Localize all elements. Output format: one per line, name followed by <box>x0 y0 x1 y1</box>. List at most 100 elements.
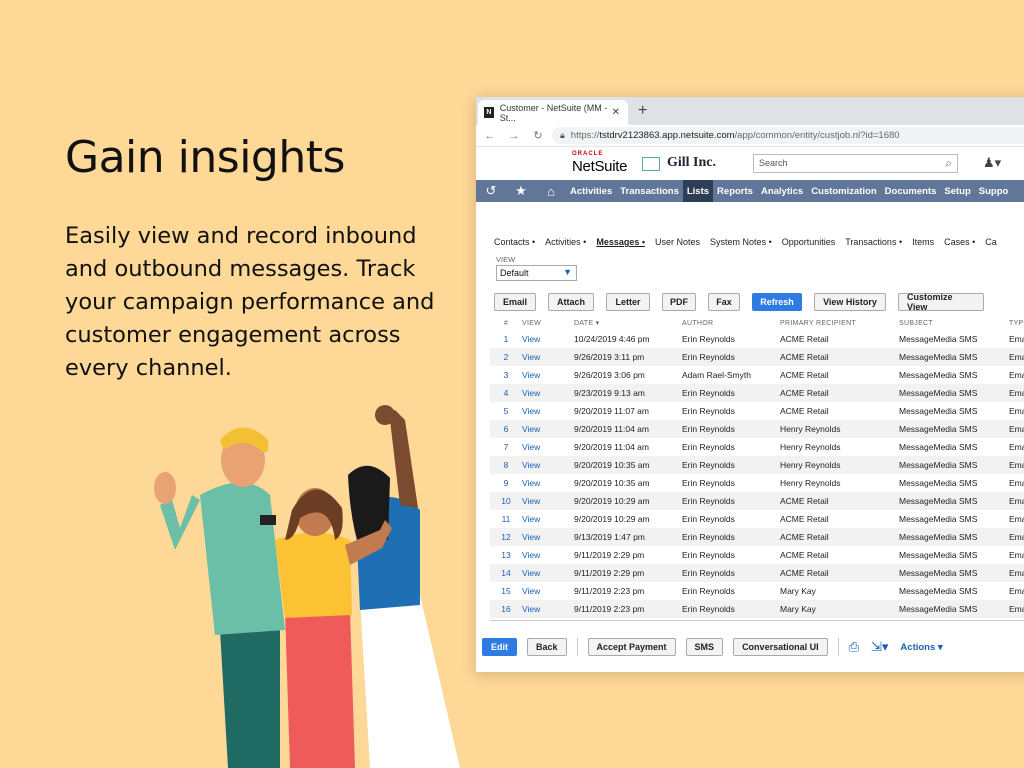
view-history-button[interactable]: View History <box>814 293 886 311</box>
table-row[interactable]: 4 View 9/23/2019 9:13 am Erin Reynolds ACME … <box>490 384 1024 402</box>
refresh-button[interactable]: Refresh <box>752 293 802 311</box>
customize-view-button[interactable]: Customize View <box>898 292 984 312</box>
row-number[interactable]: 6 <box>490 420 522 438</box>
row-number[interactable]: 4 <box>490 384 522 402</box>
email-button[interactable]: Email <box>494 293 536 311</box>
subtab-system-notes[interactable]: System Notes • <box>710 237 772 247</box>
export-icon[interactable]: ⇲▾ <box>871 639 888 655</box>
subtab-activities[interactable]: Activities • <box>545 237 586 247</box>
table-row[interactable]: 9 View 9/20/2019 10:35 am Erin Reynolds Henr… <box>490 474 1024 492</box>
row-number[interactable]: 14 <box>490 564 522 582</box>
row-number[interactable]: 7 <box>490 438 522 456</box>
row-view-link[interactable]: View <box>522 564 574 582</box>
url-input[interactable]: 🔒︎ https:// tstdrv2123863.app.netsuite.c… <box>552 127 1024 144</box>
row-view-link[interactable]: View <box>522 384 574 402</box>
browser-tab[interactable]: N Customer - NetSuite (MM - St... ✕ <box>478 100 628 125</box>
back-arrow-icon[interactable]: ← <box>480 130 500 142</box>
col-header-number[interactable]: # <box>490 316 522 330</box>
table-row[interactable]: 16 View 9/11/2019 2:23 pm Erin Reynolds Mary… <box>490 600 1024 618</box>
recent-records-icon[interactable]: ↺ <box>476 183 506 199</box>
subtab-more[interactable]: Ca <box>985 237 997 247</box>
row-number[interactable]: 13 <box>490 546 522 564</box>
back-button[interactable]: Back <box>527 638 567 656</box>
row-number[interactable]: 1 <box>490 330 522 348</box>
reload-icon[interactable]: ↻ <box>528 129 548 142</box>
table-row[interactable]: 12 View 9/13/2019 1:47 pm Erin Reynolds ACME… <box>490 528 1024 546</box>
conversational-ui-button[interactable]: Conversational UI <box>733 638 828 656</box>
menu-documents[interactable]: Documents <box>881 180 941 202</box>
menu-reports[interactable]: Reports <box>713 180 757 202</box>
letter-button[interactable]: Letter <box>606 293 650 311</box>
table-row[interactable]: 13 View 9/11/2019 2:29 pm Erin Reynolds ACME… <box>490 546 1024 564</box>
home-icon[interactable]: ⌂ <box>536 184 566 199</box>
menu-transactions[interactable]: Transactions <box>616 180 683 202</box>
table-row[interactable]: 1 View 10/24/2019 4:46 pm Erin Reynolds ACME… <box>490 330 1024 348</box>
row-number[interactable]: 11 <box>490 510 522 528</box>
row-view-link[interactable]: View <box>522 366 574 384</box>
row-view-link[interactable]: View <box>522 474 574 492</box>
attach-button[interactable]: Attach <box>548 293 594 311</box>
close-tab-icon[interactable]: ✕ <box>612 107 620 118</box>
subtab-contacts[interactable]: Contacts • <box>494 237 535 247</box>
col-header-author[interactable]: AUTHOR <box>682 316 780 330</box>
table-row[interactable]: 7 View 9/20/2019 11:04 am Erin Reynolds Henr… <box>490 438 1024 456</box>
subtab-cases[interactable]: Cases • <box>944 237 975 247</box>
row-view-link[interactable]: View <box>522 510 574 528</box>
row-number[interactable]: 3 <box>490 366 522 384</box>
col-header-type[interactable]: TYP <box>1009 316 1024 330</box>
forward-arrow-icon[interactable]: → <box>504 130 524 142</box>
table-row[interactable]: 11 View 9/20/2019 10:29 am Erin Reynolds ACM… <box>490 510 1024 528</box>
row-view-link[interactable]: View <box>522 600 574 618</box>
row-view-link[interactable]: View <box>522 420 574 438</box>
fax-button[interactable]: Fax <box>708 293 740 311</box>
sms-button[interactable]: SMS <box>685 638 724 656</box>
row-number[interactable]: 12 <box>490 528 522 546</box>
table-row[interactable]: 8 View 9/20/2019 10:35 am Erin Reynolds Henr… <box>490 456 1024 474</box>
row-view-link[interactable]: View <box>522 438 574 456</box>
edit-button[interactable]: Edit <box>482 638 517 656</box>
subtab-transactions[interactable]: Transactions • <box>845 237 902 247</box>
accept-payment-button[interactable]: Accept Payment <box>587 638 676 656</box>
subtab-user-notes[interactable]: User Notes <box>655 237 700 247</box>
table-row[interactable]: 3 View 9/26/2019 3:06 pm Adam Rael-Smyth ACM… <box>490 366 1024 384</box>
menu-support[interactable]: Suppo <box>975 180 1013 202</box>
row-number[interactable]: 9 <box>490 474 522 492</box>
table-row[interactable]: 14 View 9/11/2019 2:29 pm Erin Reynolds ACME… <box>490 564 1024 582</box>
row-number[interactable]: 8 <box>490 456 522 474</box>
row-view-link[interactable]: View <box>522 546 574 564</box>
menu-lists[interactable]: Lists <box>682 180 714 202</box>
col-header-primary-recipient[interactable]: PRIMARY RECIPIENT <box>780 316 899 330</box>
row-number[interactable]: 10 <box>490 492 522 510</box>
table-row[interactable]: 2 View 9/26/2019 3:11 pm Erin Reynolds ACME … <box>490 348 1024 366</box>
subtab-opportunities[interactable]: Opportunities <box>782 237 836 247</box>
row-view-link[interactable]: View <box>522 528 574 546</box>
user-menu-icon[interactable]: ♟▾ <box>983 155 1001 171</box>
menu-activities[interactable]: Activities <box>566 180 616 202</box>
row-number[interactable]: 2 <box>490 348 522 366</box>
menu-setup[interactable]: Setup <box>940 180 974 202</box>
table-row[interactable]: 6 View 9/20/2019 11:04 am Erin Reynolds Henr… <box>490 420 1024 438</box>
row-view-link[interactable]: View <box>522 348 574 366</box>
shortcuts-star-icon[interactable]: ★ <box>506 183 536 199</box>
subtab-messages[interactable]: Messages • <box>596 237 645 247</box>
subtab-items[interactable]: Items <box>912 237 934 247</box>
row-view-link[interactable]: View <box>522 456 574 474</box>
pdf-button[interactable]: PDF <box>662 293 696 311</box>
actions-menu[interactable]: Actions ▾ <box>900 642 942 653</box>
table-row[interactable]: 10 View 9/20/2019 10:29 am Erin Reynolds ACM… <box>490 492 1024 510</box>
menu-customization[interactable]: Customization <box>807 180 880 202</box>
row-number[interactable]: 5 <box>490 402 522 420</box>
col-header-view[interactable]: VIEW <box>522 316 574 330</box>
row-view-link[interactable]: View <box>522 402 574 420</box>
new-tab-icon[interactable]: + <box>638 102 647 120</box>
row-view-link[interactable]: View <box>522 582 574 600</box>
col-header-date[interactable]: DATE ▾ <box>574 316 682 330</box>
table-row[interactable]: 5 View 9/20/2019 11:07 am Erin Reynolds ACME… <box>490 402 1024 420</box>
row-view-link[interactable]: View <box>522 492 574 510</box>
col-header-subject[interactable]: SUBJECT <box>899 316 1009 330</box>
row-view-link[interactable]: View <box>522 330 574 348</box>
menu-analytics[interactable]: Analytics <box>757 180 807 202</box>
table-row[interactable]: 15 View 9/11/2019 2:23 pm Erin Reynolds Mary… <box>490 582 1024 600</box>
search-icon[interactable]: ⌕ <box>945 156 952 171</box>
view-select[interactable]: Default ▼ <box>496 265 577 281</box>
